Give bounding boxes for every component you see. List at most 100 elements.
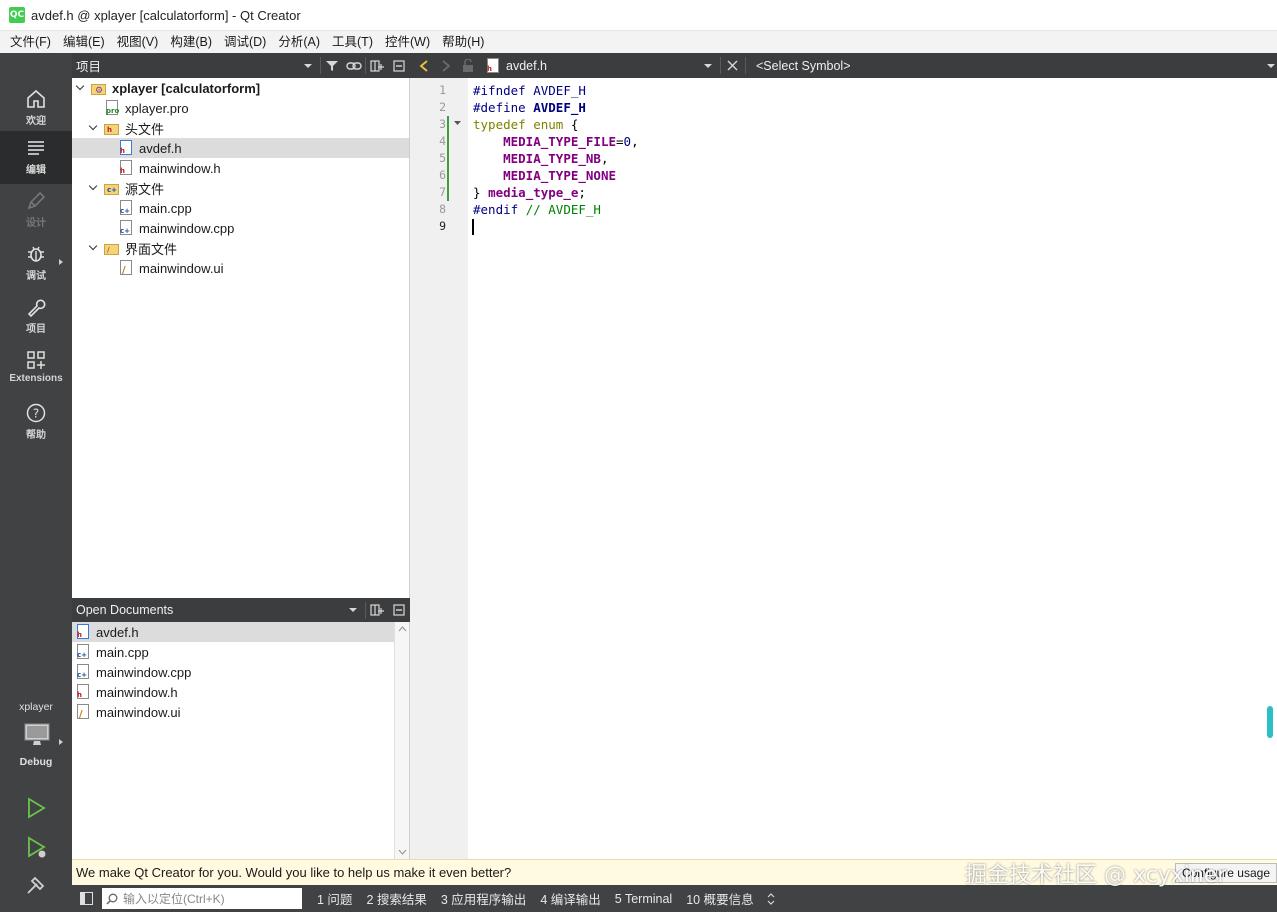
tree-item-label: main.cpp	[139, 200, 192, 216]
navigate-back-icon[interactable]	[418, 59, 430, 72]
open-doc-label: mainwindow.ui	[96, 704, 181, 720]
menu-bar: 文件(F) 编辑(E) 视图(V) 构建(B) 调试(D) 分析(A) 工具(T…	[0, 31, 1277, 53]
tree-item-project-root[interactable]: ⚙ xplayer [calculatorform]	[72, 78, 409, 98]
tab-application-output[interactable]: 3 应用程序输出	[434, 889, 533, 908]
line-number: 1	[439, 83, 446, 97]
split-icon[interactable]	[366, 598, 388, 623]
open-doc-mainwindow-cpp[interactable]: c+ mainwindow.cpp	[72, 662, 394, 682]
tab-issues[interactable]: 1 问题	[310, 889, 359, 908]
expand-arrow-icon[interactable]	[88, 241, 98, 251]
mode-extensions[interactable]: Extensions	[0, 343, 72, 396]
edit-lines-icon	[28, 141, 44, 155]
symbol-selector[interactable]: <Select Symbol>	[756, 59, 1267, 73]
tab-terminal[interactable]: 5 Terminal	[608, 892, 679, 906]
build-hammer-icon[interactable]	[25, 874, 47, 896]
mode-projects[interactable]: 项目	[0, 290, 72, 343]
tree-item-label: mainwindow.ui	[139, 260, 224, 276]
close-document-icon[interactable]	[727, 60, 738, 71]
menu-view[interactable]: 视图(V)	[111, 31, 165, 53]
run-icon[interactable]	[25, 797, 47, 819]
split-icon[interactable]	[366, 53, 388, 78]
tab-compile-output[interactable]: 4 编译输出	[533, 889, 607, 908]
title-bar: QC avdef.h @ xplayer [calculatorform] - …	[0, 0, 1277, 31]
menu-file[interactable]: 文件(F)	[4, 31, 57, 53]
expand-arrow-icon[interactable]	[88, 181, 98, 191]
svg-text:?: ?	[33, 407, 39, 421]
chevron-down-icon[interactable]	[304, 63, 312, 68]
project-view-selector[interactable]: 项目	[76, 56, 304, 75]
menu-edit[interactable]: 编辑(E)	[57, 31, 111, 53]
link-icon[interactable]	[343, 53, 365, 78]
menu-tools[interactable]: 工具(T)	[326, 31, 379, 53]
tree-item-forms-folder[interactable]: / 界面文件	[72, 238, 409, 258]
line-number: 3	[439, 117, 446, 131]
menu-widgets[interactable]: 控件(W)	[379, 31, 436, 53]
mode-debug[interactable]: 调试	[0, 237, 72, 290]
tree-item-mainwindow-ui[interactable]: / mainwindow.ui	[72, 258, 409, 278]
open-doc-label: avdef.h	[96, 624, 139, 640]
tree-item-label: avdef.h	[139, 140, 182, 156]
close-pane-icon[interactable]	[388, 53, 410, 78]
monitor-icon	[24, 723, 50, 745]
more-tabs-icon[interactable]	[767, 892, 775, 905]
header-folder-icon: h	[104, 122, 119, 135]
menu-help[interactable]: 帮助(H)	[436, 31, 490, 53]
open-doc-avdef-h[interactable]: h avdef.h	[72, 622, 394, 642]
code-line: #define AVDEF_H	[473, 100, 586, 115]
chevron-down-icon[interactable]	[1267, 63, 1275, 68]
toggle-sidebar-icon[interactable]	[80, 892, 93, 905]
filter-icon[interactable]	[321, 53, 343, 78]
scroll-indicator[interactable]	[1267, 706, 1273, 738]
menu-analyze[interactable]: 分析(A)	[272, 31, 326, 53]
tree-item-pro-file[interactable]: pro xplayer.pro	[72, 98, 409, 118]
tree-item-headers-folder[interactable]: h 头文件	[72, 118, 409, 138]
code-editor[interactable]	[468, 78, 1277, 859]
scroll-up-icon[interactable]	[398, 626, 407, 632]
menu-build[interactable]: 构建(B)	[164, 31, 218, 53]
divider	[720, 57, 721, 74]
close-pane-icon[interactable]	[388, 598, 410, 623]
project-tree[interactable]: ⚙ xplayer [calculatorform] pro xplayer.p…	[72, 78, 410, 598]
tree-item-label: mainwindow.h	[139, 160, 221, 176]
tree-item-main-cpp[interactable]: c+ main.cpp	[72, 198, 409, 218]
locator-input[interactable]: 输入以定位(Ctrl+K)	[102, 888, 302, 909]
open-doc-main-cpp[interactable]: c+ main.cpp	[72, 642, 394, 662]
tab-search-results[interactable]: 2 搜索结果	[359, 889, 433, 908]
expand-arrow-icon[interactable]	[75, 81, 85, 91]
project-icon: ⚙	[91, 82, 106, 95]
navigate-forward-icon[interactable]	[440, 59, 452, 72]
header-file-icon: h	[486, 57, 500, 74]
tree-item-label: 头文件	[125, 121, 165, 137]
tab-general-messages[interactable]: 10 概要信息	[679, 889, 760, 908]
open-documents-scrollbar[interactable]	[394, 622, 409, 859]
fold-marker-icon[interactable]	[453, 120, 462, 126]
chevron-down-icon[interactable]	[704, 63, 712, 68]
submenu-arrow-icon	[59, 259, 63, 265]
mode-welcome[interactable]: 欢迎	[0, 82, 72, 135]
open-doc-mainwindow-ui[interactable]: / mainwindow.ui	[72, 702, 394, 722]
open-documents-list[interactable]: h avdef.h c+ main.cpp c+ mainwindow.cpp …	[72, 622, 410, 859]
lock-icon[interactable]	[462, 59, 474, 72]
chevron-down-icon[interactable]	[349, 608, 357, 612]
open-documents-selector[interactable]: Open Documents	[76, 603, 349, 617]
open-doc-mainwindow-h[interactable]: h mainwindow.h	[72, 682, 394, 702]
current-file-selector[interactable]: avdef.h	[506, 59, 704, 73]
tree-item-avdef-h[interactable]: h avdef.h	[72, 138, 409, 158]
debug-run-icon[interactable]	[25, 836, 49, 860]
expand-arrow-icon[interactable]	[88, 121, 98, 131]
kit-config-label: Debug	[19, 756, 53, 768]
line-number: 6	[439, 168, 446, 182]
tree-item-sources-folder[interactable]: c+ 源文件	[72, 178, 409, 198]
tree-item-mainwindow-h[interactable]: h mainwindow.h	[72, 158, 409, 178]
mode-design[interactable]: 设计	[0, 184, 72, 237]
header-file-icon: h	[76, 624, 90, 640]
tree-item-mainwindow-cpp[interactable]: c+ mainwindow.cpp	[72, 218, 409, 238]
scroll-down-icon[interactable]	[398, 849, 407, 855]
mode-edit[interactable]: 编辑	[0, 131, 72, 184]
kit-selector[interactable]: Debug	[0, 721, 72, 769]
code-line: #ifndef AVDEF_H	[473, 83, 586, 98]
kit-project-label: xplayer	[19, 701, 53, 713]
menu-debug[interactable]: 调试(D)	[218, 31, 272, 53]
mode-help[interactable]: ? 帮助	[0, 396, 72, 449]
open-documents-header: Open Documents	[72, 598, 410, 622]
